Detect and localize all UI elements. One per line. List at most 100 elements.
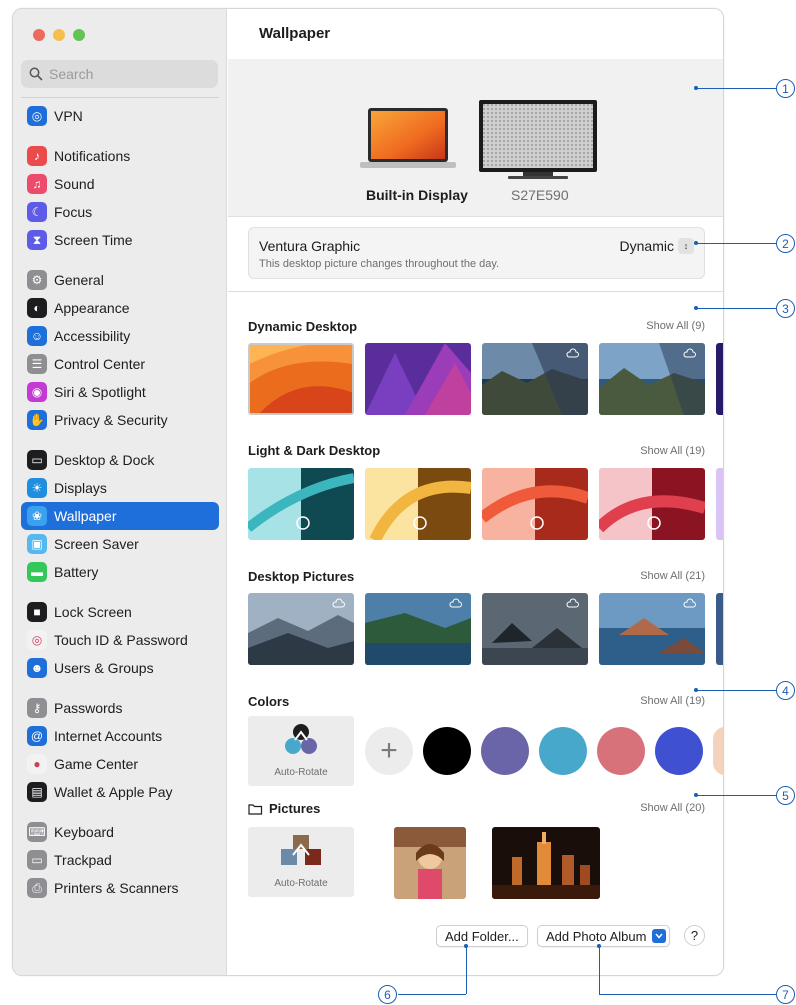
colors-title: Colors: [248, 694, 290, 709]
sidebar-item-printers-scanners[interactable]: ⎙ Printers & Scanners: [21, 874, 219, 902]
add-color-button[interactable]: +: [365, 727, 413, 775]
sidebar-item-siri-spotlight[interactable]: ◉ Siri & Spotlight: [21, 378, 219, 406]
sidebar-item-label: Privacy & Security: [54, 412, 168, 428]
search-input[interactable]: [49, 66, 209, 82]
plus-icon: +: [380, 734, 398, 767]
wallpaper-thumb-partial[interactable]: [716, 593, 724, 665]
color-swatch[interactable]: [597, 727, 645, 775]
gear-icon: ⚙: [27, 270, 47, 290]
search-field[interactable]: [21, 60, 218, 88]
wallpaper-icon: ❀: [27, 506, 47, 526]
wallpaper-thumb-orange[interactable]: [482, 468, 588, 540]
minimize-window-button[interactable]: [53, 29, 65, 41]
colors-show-all-button[interactable]: Show All (19): [640, 695, 705, 707]
sidebar-item-label: Appearance: [54, 300, 130, 316]
builtin-display-thumbnail[interactable]: [358, 104, 458, 174]
users-icon: ☻: [27, 658, 47, 678]
wallpaper-thumb-ventura[interactable]: [248, 343, 355, 416]
sidebar-item-focus[interactable]: ☾ Focus: [21, 198, 219, 226]
color-swatch[interactable]: [539, 727, 587, 775]
sidebar-item-users-groups[interactable]: ☻ Users & Groups: [21, 654, 219, 682]
close-window-button[interactable]: [33, 29, 45, 41]
wallpaper-thumb-island[interactable]: [599, 593, 705, 665]
wallpaper-thumb-catalina-2[interactable]: [599, 343, 705, 415]
sidebar-item-wallet-apple-pay[interactable]: ▤ Wallet & Apple Pay: [21, 778, 219, 806]
chevron-down-icon: [652, 929, 667, 943]
sidebar-item-battery[interactable]: ▬ Battery: [21, 558, 219, 586]
sidebar-item-sound[interactable]: ♫ Sound: [21, 170, 219, 198]
wallpaper-thumb-coast[interactable]: [365, 593, 471, 665]
help-button[interactable]: ?: [684, 925, 705, 946]
wallpaper-thumb-yellow[interactable]: [365, 468, 471, 540]
builtin-display-label[interactable]: Built-in Display: [366, 187, 468, 203]
external-display-thumbnail[interactable]: [478, 99, 598, 181]
sidebar-item-label: Touch ID & Password: [54, 632, 188, 648]
wallpaper-thumb-partial[interactable]: [716, 468, 724, 540]
callout-number: 5: [776, 786, 795, 805]
wallpaper-name: Ventura Graphic: [259, 238, 361, 254]
sidebar-item-label: Notifications: [54, 148, 131, 164]
sidebar-item-label: Keyboard: [54, 824, 114, 840]
wallpaper-thumb-monterey[interactable]: [365, 343, 471, 415]
sidebar-item-passwords[interactable]: ⚷ Passwords: [21, 694, 219, 722]
sidebar-item-general[interactable]: ⚙ General: [21, 266, 219, 294]
wallpaper-thumb-teal[interactable]: [248, 468, 354, 540]
desktop-pictures-title: Desktop Pictures: [248, 569, 355, 584]
sidebar-item-touch-id-password[interactable]: ◎ Touch ID & Password: [21, 626, 219, 654]
trackpad-icon: ▭: [27, 850, 47, 870]
callout-number: 1: [776, 79, 795, 98]
settings-window: ◎ VPN ♪ Notifications ♫ Sound ☾ Focus ⧗ Screen Ti…: [12, 8, 724, 976]
search-icon: [29, 67, 43, 81]
sidebar-item-label: Screen Time: [54, 232, 133, 248]
wallpaper-thumb-red[interactable]: [599, 468, 705, 540]
folder-title: Pictures: [248, 801, 320, 816]
sidebar-item-accessibility[interactable]: ☺ Accessibility: [21, 322, 219, 350]
sidebar-item-privacy-security[interactable]: ✋ Privacy & Security: [21, 406, 219, 434]
sidebar-item-label: Displays: [54, 480, 107, 496]
zoom-window-button[interactable]: [73, 29, 85, 41]
add-photo-album-button[interactable]: Add Photo Album: [537, 925, 671, 947]
wallpaper-thumb-catalina-1[interactable]: [482, 343, 588, 415]
light-dark-show-all-button[interactable]: Show All (19): [640, 445, 705, 457]
colors-auto-rotate[interactable]: Auto-Rotate: [248, 716, 354, 786]
sidebar-item-keyboard[interactable]: ⌨ Keyboard: [21, 818, 219, 846]
sidebar-item-screen-saver[interactable]: ▣ Screen Saver: [21, 530, 219, 558]
appearance-popup[interactable]: Dynamic ↕: [620, 238, 694, 254]
sun-icon: ☀: [27, 478, 47, 498]
sidebar-item-appearance[interactable]: ◐ Appearance: [21, 294, 219, 322]
color-swatch[interactable]: [481, 727, 529, 775]
add-folder-button[interactable]: Add Folder...: [436, 925, 528, 947]
wallpaper-thumb-rocks[interactable]: [482, 593, 588, 665]
external-display-label[interactable]: S27E590: [511, 187, 569, 203]
sidebar-item-label: Battery: [54, 564, 99, 580]
sidebar-item-displays[interactable]: ☀ Displays: [21, 474, 219, 502]
pictures-show-all-button[interactable]: Show All (21): [640, 570, 705, 582]
sidebar-item-internet-accounts[interactable]: @ Internet Accounts: [21, 722, 219, 750]
folder-show-all-button[interactable]: Show All (20): [640, 802, 705, 814]
photo-thumb-child[interactable]: [394, 827, 466, 899]
wallpaper-thumb-partial[interactable]: [716, 343, 724, 415]
sidebar-item-screen-time[interactable]: ⧗ Screen Time: [21, 226, 219, 254]
color-swatch[interactable]: [655, 727, 703, 775]
sidebar-item-control-center[interactable]: ☰ Control Center: [21, 350, 219, 378]
sidebar-item-wallpaper[interactable]: ❀ Wallpaper: [21, 502, 219, 530]
dynamic-show-all-button[interactable]: Show All (9): [646, 320, 705, 332]
sidebar-item-game-center[interactable]: ● Game Center: [21, 750, 219, 778]
sidebar-item-lock-screen[interactable]: ■ Lock Screen: [21, 598, 219, 626]
dynamic-desktop-title: Dynamic Desktop: [248, 319, 358, 334]
light-dark-title: Light & Dark Desktop: [248, 443, 381, 458]
sidebar-item-notifications[interactable]: ♪ Notifications: [21, 142, 219, 170]
folder-auto-rotate[interactable]: Auto-Rotate: [248, 827, 354, 897]
color-swatch[interactable]: [423, 727, 471, 775]
wallpaper-description: This desktop picture changes throughout …: [259, 258, 500, 270]
sidebar-item-trackpad[interactable]: ▭ Trackpad: [21, 846, 219, 874]
color-swatch[interactable]: [713, 727, 723, 775]
wallpaper-thumb-mountains[interactable]: [248, 593, 354, 665]
photo-thumb-city[interactable]: [492, 827, 600, 899]
sidebar-item-desktop-dock[interactable]: ▭ Desktop & Dock: [21, 446, 219, 474]
auto-rotate-icon: [281, 835, 321, 865]
sidebar-item-label: Trackpad: [54, 852, 112, 868]
sidebar-item-vpn[interactable]: ◎ VPN: [21, 102, 219, 130]
